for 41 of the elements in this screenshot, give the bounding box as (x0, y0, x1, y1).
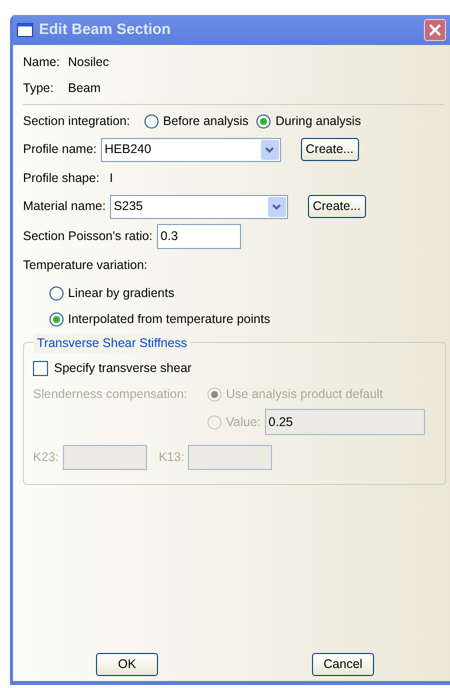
dialog-button[interactable]: Cancel (312, 653, 374, 676)
field-value: Beam (68, 80, 101, 97)
input-field[interactable] (62, 444, 147, 470)
radio-label: Before analysis (163, 112, 248, 130)
dropdown-field[interactable]: HEB240 (100, 138, 281, 162)
radio-label: Use analysis product default (226, 386, 384, 403)
group-title: Transverse Shear Stiffness (34, 334, 190, 353)
close-icon (429, 24, 441, 36)
radio-label: Interpolated from temperature points (68, 310, 270, 328)
field-value: S235 (114, 198, 144, 216)
field-value: HEB240 (104, 141, 152, 158)
create-button[interactable]: Create... (308, 195, 366, 218)
field-label: Profile shape: (23, 170, 100, 187)
window-title: Edit Beam Section (39, 20, 171, 40)
field-label: Section integration: (23, 112, 130, 130)
field-label: K13: (158, 448, 184, 466)
field-label: Temperature variation: (23, 257, 148, 274)
radio-button[interactable] (256, 114, 272, 128)
dialog-button[interactable]: OK (96, 653, 158, 676)
field-value: Nosilec (68, 54, 109, 71)
checkbox-label: Specify transverse shear (54, 360, 192, 377)
radio-label: During analysis (275, 112, 361, 130)
field-label: Type: (23, 80, 55, 97)
radio-label: Linear by gradients (68, 284, 174, 302)
field-label: Name: (23, 54, 61, 71)
field-label: K23: (33, 448, 59, 466)
field-label: Material name: (23, 198, 106, 216)
field-label: Slenderness compensation: (33, 386, 188, 403)
window-icon (17, 23, 33, 37)
radio-button[interactable] (49, 286, 64, 300)
field-label: Profile name: (23, 141, 97, 158)
dropdown-field[interactable]: S235 (110, 194, 288, 218)
field-label: Section Poisson's ratio: (23, 228, 153, 245)
radio-button[interactable] (49, 312, 64, 326)
create-button[interactable]: Create... (300, 138, 359, 161)
field-value: I (109, 170, 113, 187)
close-button[interactable] (424, 19, 446, 41)
radio-button[interactable] (144, 114, 160, 128)
radio-label: Value: (226, 414, 261, 431)
input-field[interactable] (188, 444, 272, 470)
input-field[interactable]: 0.3 (156, 224, 241, 248)
